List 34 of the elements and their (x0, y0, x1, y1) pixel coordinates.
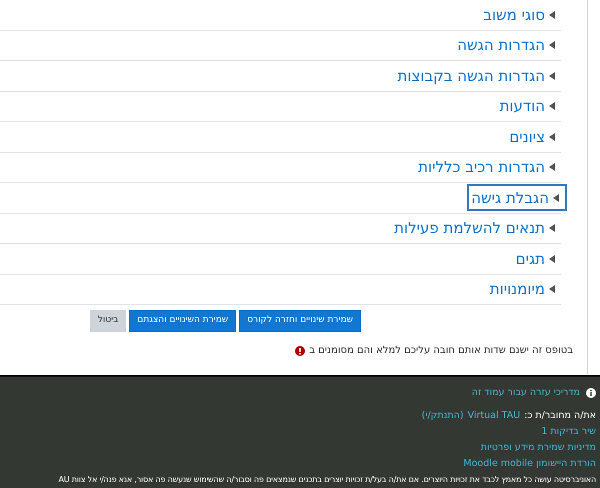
logout-link[interactable]: (התנתק/י) (422, 408, 464, 424)
caret-left-icon (549, 102, 555, 110)
caret-left-icon (549, 224, 555, 232)
save-button[interactable]: שמירת השינויים והצגתם (129, 310, 236, 332)
section-toggle[interactable]: הודעות (498, 94, 561, 118)
caret-left-icon (549, 285, 555, 294)
section-toggle[interactable]: ציונים (507, 125, 561, 148)
section-toggle[interactable]: תגים (514, 247, 561, 270)
footer-link[interactable]: מדיניות שמירת מידע ופרטיות (480, 440, 596, 456)
footer-link[interactable]: שיר בדיקות 1 (541, 424, 596, 440)
section-toggle[interactable]: הגדרות הגשה בקבוצות (396, 64, 561, 88)
copyright-notice: האוניברסיטה עושה כל מאמץ לכבד את זכויות היוצרים. אם את/ה בעל/ת זכויות יוצרים בתכנים שנמצאים פה וסבור/ה שהשימוש שנעשה פה אסור, אנא פנה/י אל צוות AU (58, 474, 596, 486)
required-icon (295, 346, 306, 356)
section-toggle[interactable]: תנאים להשלמת פעילות (392, 216, 561, 240)
section-toggle[interactable]: מיומנויות (488, 278, 561, 301)
save-button[interactable]: שמירת שינויים וחזרה לקורס (239, 310, 361, 332)
section-toggle[interactable]: הגדרות רכיב כלליות (416, 156, 561, 179)
caret-left-icon (553, 194, 559, 202)
caret-left-icon (549, 72, 555, 80)
footer-link[interactable]: הורדת היישומון Moodle mobile (463, 456, 596, 472)
user-link[interactable]: Virtual TAU (468, 408, 520, 424)
caret-left-icon (549, 254, 555, 263)
section-toggle[interactable]: סוגי משוב (481, 3, 561, 26)
section-toggle[interactable]: הגדרות הגשה (455, 34, 561, 57)
info-icon (586, 388, 596, 398)
caret-left-icon (549, 41, 555, 50)
caret-left-icon (549, 10, 555, 19)
caret-left-icon (549, 163, 555, 172)
required-note: בטופס זה ישנם שדות אותם חובה עליכם למלא והם מסומנים ב (309, 344, 573, 358)
section-toggle[interactable]: הגבלת גישה (469, 186, 565, 210)
help-link[interactable]: מדריכי עזרה עבור עמוד זה (472, 385, 580, 401)
caret-left-icon (549, 132, 555, 141)
cancel-button[interactable]: ביטול (90, 310, 126, 332)
logged-in-label: את/ה מחובר/ת כ: (524, 409, 596, 423)
